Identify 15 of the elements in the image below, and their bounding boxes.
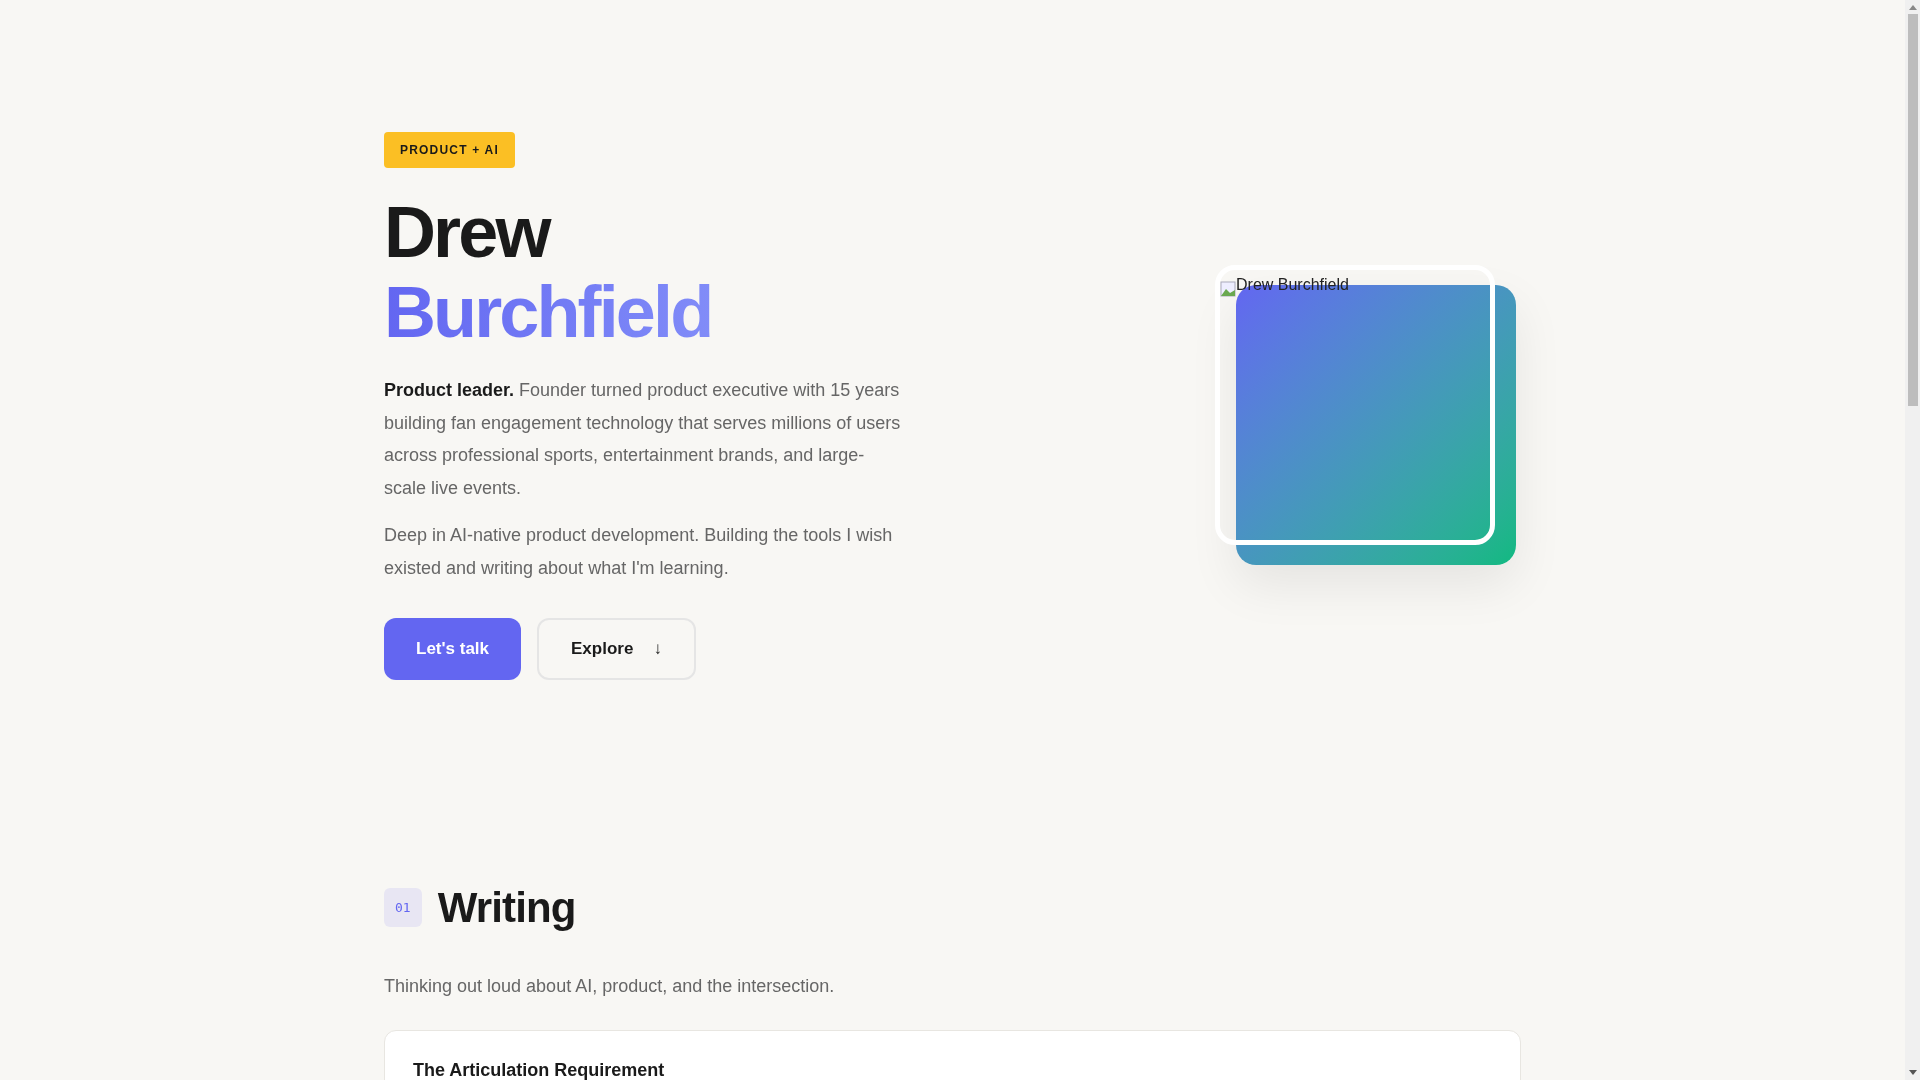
broken-image-icon [1220,281,1236,297]
down-arrow-icon: ↓ [653,636,662,662]
intro-paragraph: Product leader. Founder turned product executive with 15 years building fan engagement technology that serves millions of users across professional sports, entertainment brands, and large-scale live events. [384,379,902,500]
intro-paragraph: Deep in AI-native product development. Building the tools I wish existed and writing about what I'm learning. [384,524,894,580]
scrollbar[interactable] [1905,0,1920,1080]
section-subtitle: Thinking out loud about AI, product, and the intersection. [384,975,836,998]
category-badge: PRODUCT + AI [384,132,515,168]
first-name: Drew [384,192,549,272]
section-title: Writing [437,883,576,933]
section-number: 01 [384,887,422,928]
post-card[interactable]: The Articulation Requirement [384,1030,1521,1080]
contact-button[interactable]: Let's talk [384,618,521,680]
scrollbar-thumb[interactable] [1907,14,1918,406]
explore-button[interactable]: Explore ↓ [537,618,696,680]
post-title: The Articulation Requirement [413,1059,665,1080]
